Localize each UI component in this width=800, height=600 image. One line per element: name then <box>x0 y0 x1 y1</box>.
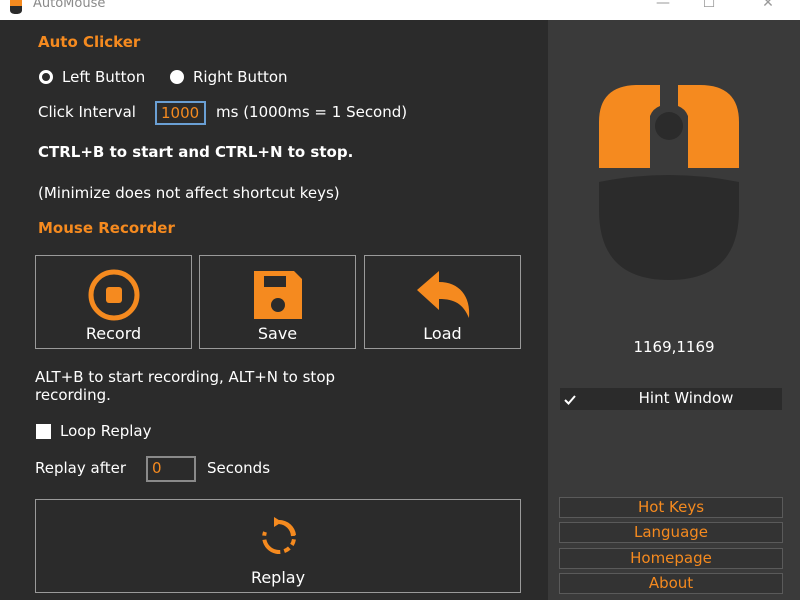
click-interval-input[interactable]: 1000 <box>155 101 206 125</box>
window-title: AutoMouse <box>33 0 106 11</box>
replay-button[interactable]: Replay <box>35 499 521 593</box>
maximize-button[interactable]: ☐ <box>694 0 724 11</box>
hint-window-checkbox[interactable] <box>563 392 577 406</box>
save-label: Save <box>257 324 298 343</box>
load-label: Load <box>423 324 462 343</box>
title-bar: AutoMouse — ☐ ✕ <box>0 0 800 20</box>
load-icon <box>417 271 470 318</box>
right-button-label: Right Button <box>193 68 288 86</box>
mouse-illustration-icon <box>599 85 739 280</box>
app-logo-icon <box>10 0 22 14</box>
hint-window-row[interactable]: Hint Window <box>560 388 782 410</box>
shortcut-text: CTRL+B to start and CTRL+N to stop. <box>38 143 354 161</box>
left-button-label: Left Button <box>62 68 146 86</box>
loop-replay-checkbox[interactable] <box>36 424 51 439</box>
right-button-radio[interactable] <box>170 70 184 84</box>
hot-keys-button[interactable]: Hot Keys <box>559 497 783 518</box>
recording-hint-line2: recording. <box>35 386 111 404</box>
mouse-recorder-title: Mouse Recorder <box>38 219 175 237</box>
side-panel: 1169,1169 Hint Window Hot Keys Language … <box>548 20 800 600</box>
load-button[interactable]: Load <box>364 255 521 349</box>
click-interval-label: Click Interval <box>38 103 136 121</box>
record-button[interactable]: Record <box>35 255 192 349</box>
main-panel: Auto Clicker Left Button Right Button Cl… <box>0 20 548 600</box>
about-button[interactable]: About <box>559 573 783 594</box>
cursor-coordinates: 1169,1169 <box>633 338 715 356</box>
record-icon <box>88 269 140 321</box>
checkmark-icon <box>564 395 576 405</box>
seconds-label: Seconds <box>207 459 271 477</box>
interval-unit-note: ms (1000ms = 1 Second) <box>216 103 408 121</box>
left-button-radio[interactable] <box>39 70 53 84</box>
minimize-note: (Minimize does not affect shortcut keys) <box>38 184 340 202</box>
replay-icon <box>262 517 297 554</box>
save-button[interactable]: Save <box>199 255 356 349</box>
record-label: Record <box>85 324 142 343</box>
minimize-button[interactable]: — <box>648 0 678 11</box>
save-icon <box>254 271 302 319</box>
loop-replay-label: Loop Replay <box>60 422 152 440</box>
replay-after-label: Replay after <box>35 459 126 477</box>
recording-hint-line1: ALT+B to start recording, ALT+N to stop <box>35 368 336 386</box>
replay-after-input[interactable]: 0 <box>146 456 196 482</box>
hint-window-label: Hint Window <box>638 389 734 407</box>
auto-clicker-title: Auto Clicker <box>38 33 141 51</box>
replay-label: Replay <box>250 568 306 587</box>
language-button[interactable]: Language <box>559 522 783 543</box>
close-button[interactable]: ✕ <box>753 0 783 11</box>
homepage-button[interactable]: Homepage <box>559 548 783 569</box>
